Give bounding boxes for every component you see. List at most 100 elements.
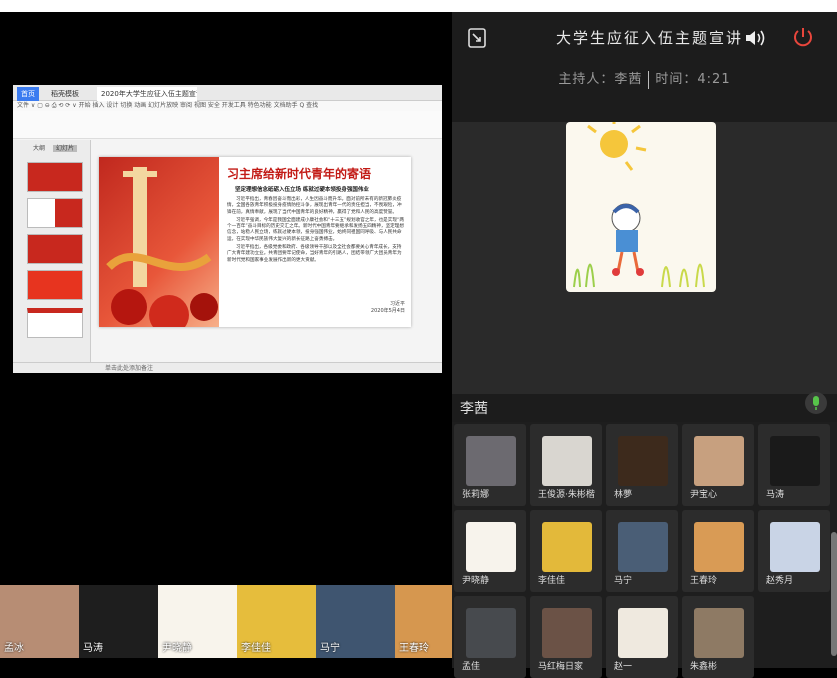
slide-sign-date: 2020年5月4日 <box>370 308 405 314</box>
grid-scrollbar[interactable] <box>831 532 837 656</box>
participant-avatar <box>466 608 516 658</box>
participant-tile[interactable]: 朱鑫彬 <box>682 596 754 678</box>
participant-name: 尹晓静 <box>462 576 490 586</box>
participant-tile[interactable]: 张莉娜 <box>454 424 526 506</box>
host-info: 主持人：李茜 时间：4:21 <box>452 68 837 89</box>
participant-tile[interactable]: 尹宝心 <box>682 424 754 506</box>
slide-sign-name: 习近平 <box>389 301 405 307</box>
participant-avatar <box>618 608 668 658</box>
participant-strip: 孟冰 马涛 尹晓静 李佳佳 马宁 王春玲 <box>0 585 474 668</box>
participant-name: 朱鑫彬 <box>690 662 718 672</box>
slide-thumb-5[interactable] <box>27 308 83 338</box>
leave-meeting-icon[interactable] <box>792 26 814 52</box>
slide-title: 习主席给新时代青年的寄语 <box>227 167 372 181</box>
slide-subtitle: 坚定理想信念砥砺入伍立场 练就过硬本领投身强国伟业 <box>235 187 369 193</box>
top-status-strip <box>0 0 837 12</box>
participant-name: 王俊源·朱彬楷 <box>538 490 595 500</box>
participant-avatar <box>542 608 592 658</box>
tab-templates[interactable]: 稻壳模板 <box>47 87 83 101</box>
participant-tile[interactable]: 赵一 <box>606 596 678 678</box>
participant-tile[interactable]: 马红梅日家 <box>530 596 602 678</box>
tab-document[interactable]: 2020年大学生应征入伍主题宣讲5.21 <box>97 87 197 101</box>
menu-bar[interactable]: 文件 ∨ ▢ ⊖ ⎙ ⟲ ⟳ ∨ 开始 插入 设计 切换 动画 幻灯片放映 审阅… <box>13 101 442 111</box>
strip-participant-name: 马宁 <box>320 643 340 654</box>
participant-avatar <box>618 522 668 572</box>
slide-paragraph-2: 习近平强调，今年是我国全面建成小康社会和“十三五”规划收官之年，也是实现“两个一… <box>227 217 404 242</box>
shared-presentation: 首页 稻壳模板 2020年大学生应征入伍主题宣讲5.21 文件 ∨ ▢ ⊖ ⎙ … <box>13 85 442 373</box>
huabiao-illustration <box>106 167 218 327</box>
participant-tile[interactable]: 孟佳 <box>454 596 526 678</box>
meeting-header: 大学生应征入伍主题宣讲 <box>452 12 837 64</box>
strip-participant-tile[interactable]: 李佳佳 <box>237 585 316 658</box>
strip-participant-tile[interactable]: 尹晓静 <box>158 585 237 658</box>
participant-avatar <box>694 522 744 572</box>
participant-name: 李佳佳 <box>538 576 566 586</box>
participant-tile[interactable]: 林夢 <box>606 424 678 506</box>
participant-name: 王春玲 <box>690 576 718 586</box>
outline-tabs[interactable]: 大纲 幻灯片 <box>13 140 90 152</box>
slide-thumbnails[interactable]: 大纲 幻灯片 <box>13 140 91 362</box>
ribbon-toolbar[interactable] <box>13 111 442 139</box>
participant-name: 孟佳 <box>462 662 481 672</box>
meeting-panel: 大学生应征入伍主题宣讲 主持人：李茜 时间：4:21 李茜 张莉娜 王俊源·朱彬… <box>452 12 837 678</box>
microphone-icon[interactable] <box>805 392 827 414</box>
participant-tile[interactable]: 赵秀月 <box>758 510 830 592</box>
speaker-volume-icon[interactable] <box>744 28 768 52</box>
tab-outline[interactable]: 大纲 <box>33 145 45 152</box>
tab-home[interactable]: 首页 <box>17 87 39 101</box>
participant-name: 马宁 <box>614 576 633 586</box>
notes-bar[interactable]: 单击此处添加备注 <box>13 362 442 373</box>
slide-paragraph-1: 习近平指出，青春因奋斗而出彩，人生因奋斗而升华。面对前所未有的新冠肺炎疫情，全国… <box>227 197 402 215</box>
slide-paragraph-3: 习近平指出，各级党委和政府、各级领导干部以及全社会都要关心青年成长，支持广大青年… <box>227 245 402 263</box>
slide-thumb-1[interactable] <box>27 162 83 192</box>
slide-thumb-4[interactable] <box>27 270 83 300</box>
participant-name: 赵秀月 <box>766 576 794 586</box>
exit-fullscreen-icon[interactable] <box>468 28 486 52</box>
speaker-label-row: 李茜 <box>452 392 837 424</box>
strip-participant-name: 尹晓静 <box>162 643 192 654</box>
participant-avatar <box>618 436 668 486</box>
strip-participant-tile[interactable]: 马宁 <box>316 585 395 658</box>
participant-tile[interactable]: 马涛 <box>758 424 830 506</box>
strip-participant-tile[interactable]: 马涛 <box>79 585 158 658</box>
participant-avatar <box>466 522 516 572</box>
app-tab-bar: 首页 稻壳模板 2020年大学生应征入伍主题宣讲5.21 <box>13 85 442 101</box>
tab-slides[interactable]: 幻灯片 <box>52 145 77 152</box>
participant-tile[interactable]: 王春玲 <box>682 510 754 592</box>
slide-body: 习近平指出，青春因奋斗而出彩，人生因奋斗而升华。面对前所未有的新冠肺炎疫情，全国… <box>227 197 405 264</box>
host-label: 主持人：李茜 <box>558 72 643 87</box>
slide-thumb-3[interactable] <box>27 234 83 264</box>
elapsed-time: 时间：4:21 <box>655 72 731 87</box>
current-slide: 习主席给新时代青年的寄语 坚定理想信念砥砺入伍立场 练就过硬本领投身强国伟业 习… <box>99 157 411 327</box>
slide-thumb-2[interactable] <box>27 198 83 228</box>
participant-tile[interactable]: 马宁 <box>606 510 678 592</box>
participant-name: 尹宝心 <box>690 490 718 500</box>
participant-tile[interactable]: 王俊源·朱彬楷 <box>530 424 602 506</box>
participant-avatar <box>466 436 516 486</box>
active-speaker-stage <box>452 122 837 394</box>
participant-name: 林夢 <box>614 490 633 500</box>
strip-participant-name: 孟冰 <box>4 643 24 654</box>
participant-avatar <box>542 522 592 572</box>
host-divider <box>648 70 650 89</box>
speaker-avatar <box>566 122 716 292</box>
participant-avatar <box>542 436 592 486</box>
slide-decoration <box>99 157 219 327</box>
participant-tile[interactable]: 李佳佳 <box>530 510 602 592</box>
participant-name: 赵一 <box>614 662 633 672</box>
participant-avatar <box>770 522 820 572</box>
strip-participant-name: 王春玲 <box>399 643 429 654</box>
participant-name: 张莉娜 <box>462 490 490 500</box>
strip-participant-tile[interactable]: 孟冰 <box>0 585 79 658</box>
participant-avatar <box>770 436 820 486</box>
participant-avatar <box>694 436 744 486</box>
strip-participant-name: 马涛 <box>83 643 103 654</box>
participant-tile[interactable]: 尹晓静 <box>454 510 526 592</box>
participant-name: 马红梅日家 <box>538 662 584 672</box>
strip-participant-name: 李佳佳 <box>241 643 271 654</box>
participant-name: 马涛 <box>766 490 785 500</box>
participant-avatar <box>694 608 744 658</box>
meeting-title: 大学生应征入伍主题宣讲 <box>556 29 744 47</box>
participant-grid: 张莉娜 王俊源·朱彬楷 林夢 尹宝心 马涛尹晓静 李佳佳 马宁 王春玲 赵秀月孟佳 马红梅日家 赵一… <box>452 422 837 678</box>
slide-signature: 习近平 2020年5月4日 <box>371 301 405 315</box>
